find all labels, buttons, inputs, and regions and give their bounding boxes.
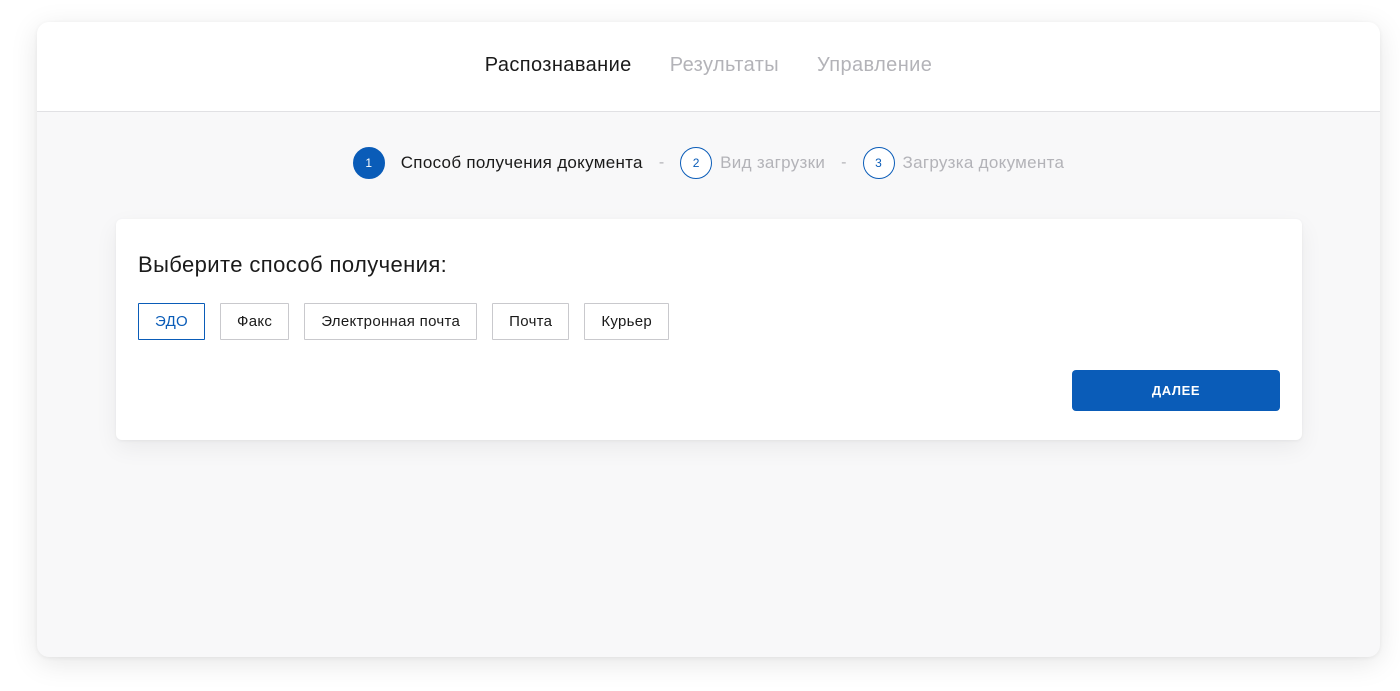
option-edo-button[interactable]: ЭДО (138, 303, 206, 340)
tab-results[interactable]: Результаты (670, 54, 779, 79)
option-post-button[interactable]: Почта (492, 303, 570, 340)
step-label: Загрузка документа (902, 153, 1065, 172)
option-courier-button[interactable]: Курьер (584, 303, 670, 340)
step-receiving-method: 1 Способ получения документа (352, 147, 643, 179)
receiving-method-card: Выберите способ получения: ЭДО Факс Элек… (116, 219, 1302, 440)
step-label: Способ получения документа (400, 153, 643, 172)
step-number-badge: 3 (862, 147, 895, 179)
tab-recognition[interactable]: Распознавание (485, 54, 632, 79)
step-number-badge: 2 (680, 147, 713, 179)
stepper: 1 Способ получения документа - 2 Вид заг… (37, 147, 1380, 179)
step-document-upload: 3 Загрузка документа (862, 147, 1065, 179)
app-window: Распознавание Результаты Управление 1 Сп… (37, 22, 1380, 657)
step-label: Вид загрузки (720, 153, 826, 172)
option-fax-button[interactable]: Факс (220, 303, 290, 340)
step-number-badge: 1 (352, 147, 385, 179)
top-navigation: Распознавание Результаты Управление (37, 22, 1380, 112)
receiving-method-options: ЭДО Факс Электронная почта Почта Курьер (138, 303, 670, 340)
card-title: Выберите способ получения: (138, 252, 448, 277)
step-upload-type: 2 Вид загрузки (680, 147, 825, 179)
next-button[interactable]: ДАЛЕЕ (1072, 370, 1280, 411)
option-email-button[interactable]: Электронная почта (304, 303, 478, 340)
step-separator: - (841, 154, 847, 171)
tab-management[interactable]: Управление (817, 54, 932, 79)
step-separator: - (658, 154, 665, 171)
